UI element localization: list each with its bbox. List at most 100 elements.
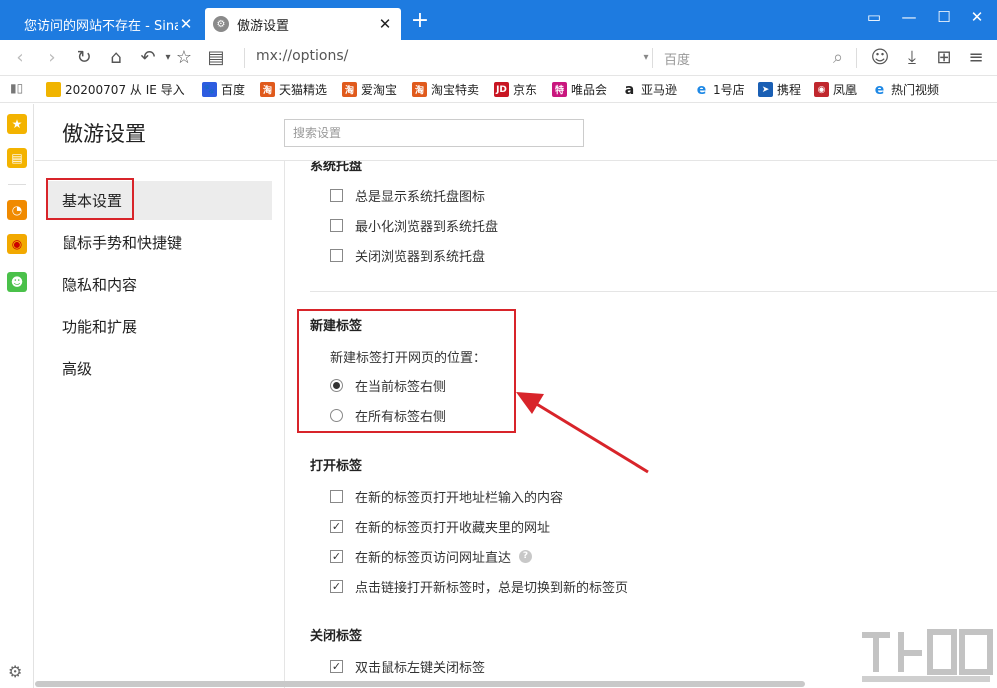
divider	[856, 48, 857, 68]
bookmark-ifeng[interactable]: ◉ 凤凰	[814, 81, 857, 98]
close-icon[interactable]: ✕	[965, 8, 989, 26]
option-direct-url-new-tab[interactable]: ✓ 在新的标签页访问网址直达 ?	[330, 547, 533, 566]
sidebar-item-gestures[interactable]: 鼠标手势和快捷键	[62, 223, 182, 263]
notes-icon[interactable]: ▤	[204, 46, 228, 70]
sidebar-toggle-icon[interactable]: ▭	[862, 8, 886, 26]
checkbox[interactable]	[330, 188, 343, 202]
weibo-icon[interactable]: ◉	[7, 234, 27, 254]
taobao-icon: 淘	[412, 82, 427, 97]
bookmark-tmall[interactable]: 淘 天猫精选	[260, 81, 327, 98]
favorites-icon[interactable]: ★	[7, 114, 27, 134]
rss-icon[interactable]: ◔	[7, 200, 27, 220]
tab-bar: 您访问的网站不存在 - Sina A ✕ ⚙ 傲游设置 ✕ + ▭ — ☐ ✕	[0, 0, 997, 40]
help-icon[interactable]: ?	[519, 549, 533, 563]
sidebar-toggle-icon[interactable]: ▮▯	[10, 81, 23, 95]
sidebar-item-privacy[interactable]: 隐私和内容	[62, 265, 137, 305]
close-icon[interactable]: ✕	[178, 15, 194, 33]
option-double-click-close[interactable]: ✓ 双击鼠标左键关闭标签	[330, 657, 485, 676]
ifeng-icon: ◉	[814, 82, 829, 97]
minimize-icon[interactable]: —	[897, 8, 921, 26]
address-bar[interactable]: mx://options/	[256, 48, 636, 68]
bookmark-yhd[interactable]: e 1号店	[694, 81, 745, 98]
checkbox-checked[interactable]: ✓	[330, 659, 343, 673]
bookmark-ctrip[interactable]: ➤ 携程	[758, 81, 801, 98]
option-label: 在新的标签页访问网址直达	[355, 550, 512, 566]
bookmarks-bar: ▮▯ 20200707 从 IE 导入 🐾 百度 淘 天猫精选 淘 爱淘宝 淘 …	[0, 77, 997, 103]
checkbox[interactable]	[330, 218, 343, 232]
menu-icon[interactable]: ≡	[964, 46, 988, 70]
bookmark-amazon[interactable]: a 亚马逊	[622, 81, 677, 98]
ie-icon: e	[872, 82, 887, 98]
bookmark-label: 唯品会	[571, 83, 608, 97]
bookmark-taobao-sale[interactable]: 淘 淘宝特卖	[412, 81, 479, 98]
tab-sina[interactable]: 您访问的网站不存在 - Sina A ✕	[12, 8, 202, 40]
notes-icon[interactable]: ▤	[7, 148, 27, 168]
apps-icon[interactable]: ⊞	[932, 46, 956, 70]
watermark-logo	[862, 629, 993, 682]
option-label: 总是显示系统托盘图标	[355, 189, 486, 205]
download-icon[interactable]: ⤓	[900, 46, 924, 70]
checkbox[interactable]	[330, 489, 343, 503]
back-icon[interactable]: ‹	[8, 46, 32, 70]
annotation-arrow	[516, 392, 649, 474]
tab-maxthon-settings[interactable]: ⚙ 傲游设置 ✕	[205, 8, 401, 40]
bookmark-label: 亚马逊	[641, 83, 678, 97]
horizontal-scrollbar[interactable]	[35, 681, 805, 687]
search-input[interactable]: 百度	[664, 49, 690, 68]
sidebar-item-extensions[interactable]: 功能和扩展	[62, 307, 137, 347]
bookmark-baidu[interactable]: 🐾 百度	[202, 81, 245, 98]
section-title-open-tab: 打开标签	[310, 459, 363, 474]
search-icon[interactable]: ⌕	[826, 46, 850, 70]
side-rail: ★ ▤ ◔ ◉ ☻	[0, 104, 34, 688]
annotation-box	[297, 309, 516, 433]
tab-title: 您访问的网站不存在 - Sina A	[24, 18, 178, 34]
account-icon[interactable]: ☺	[868, 46, 892, 70]
checkbox[interactable]	[330, 248, 343, 262]
option-address-bar-new-tab[interactable]: 在新的标签页打开地址栏输入的内容	[330, 487, 564, 506]
bookmark-aitaobao[interactable]: 淘 爱淘宝	[342, 81, 397, 98]
bookmark-label: 爱淘宝	[361, 83, 398, 97]
bookmark-label: 天猫精选	[279, 83, 328, 97]
sidebar-item-advanced[interactable]: 高级	[62, 349, 92, 389]
home-icon[interactable]: ⌂	[104, 46, 128, 70]
checkbox-checked[interactable]: ✓	[330, 579, 343, 593]
option-close-to-tray[interactable]: 关闭浏览器到系统托盘	[330, 246, 485, 265]
folder-icon	[46, 82, 61, 97]
gear-icon[interactable]: ⚙	[8, 662, 22, 681]
bookmark-label: 20200707 从 IE 导入	[65, 83, 185, 97]
chevron-down-icon[interactable]: ▾	[634, 46, 658, 70]
option-minimize-to-tray[interactable]: 最小化浏览器到系统托盘	[330, 216, 499, 235]
forward-icon[interactable]: ›	[40, 46, 64, 70]
maximize-icon[interactable]: ☐	[932, 8, 956, 26]
option-show-tray-icon[interactable]: 总是显示系统托盘图标	[330, 186, 486, 205]
bookmark-hot-video[interactable]: e 热门视频	[872, 81, 939, 98]
option-favorites-new-tab[interactable]: ✓ 在新的标签页打开收藏夹里的网址	[330, 517, 551, 536]
bookmark-vip[interactable]: 特 唯品会	[552, 81, 607, 98]
chat-icon[interactable]: ☻	[7, 272, 27, 292]
option-switch-to-new-tab[interactable]: ✓ 点击链接打开新标签时，总是切换到新的标签页	[330, 577, 629, 596]
bookmark-jd[interactable]: JD 京东	[494, 81, 537, 98]
checkbox-checked[interactable]: ✓	[330, 519, 343, 533]
section-title-close-tab: 关闭标签	[310, 629, 363, 644]
option-label: 在新的标签页打开地址栏输入的内容	[355, 490, 564, 506]
checkbox-checked[interactable]: ✓	[330, 549, 343, 563]
bookmark-label: 携程	[777, 83, 802, 97]
option-label: 点击链接打开新标签时，总是切换到新的标签页	[355, 580, 629, 596]
settings-search-input[interactable]	[284, 119, 584, 147]
bookmark-label: 凤凰	[833, 83, 858, 97]
section-title-tray: 系统托盘	[310, 161, 363, 174]
option-label: 在新的标签页打开收藏夹里的网址	[355, 520, 551, 536]
taobao-icon: 淘	[260, 82, 275, 97]
close-icon[interactable]: ✕	[377, 15, 393, 33]
refresh-icon[interactable]: ↻	[72, 46, 96, 70]
page-title: 傲游设置	[62, 122, 146, 146]
option-label: 最小化浏览器到系统托盘	[355, 219, 499, 235]
divider	[652, 48, 653, 68]
bookmark-label: 1号店	[713, 83, 745, 97]
navigation-bar: ‹ › ↻ ⌂ ↶ ▾ ☆ ▤ mx://options/ ▾ 百度 ⌕ ☺ ⤓…	[0, 40, 997, 76]
star-icon[interactable]: ☆	[172, 46, 196, 70]
divider	[244, 48, 245, 68]
annotation-box	[46, 178, 134, 220]
plus-icon[interactable]: +	[408, 10, 432, 32]
bookmark-folder[interactable]: 20200707 从 IE 导入	[46, 81, 185, 98]
